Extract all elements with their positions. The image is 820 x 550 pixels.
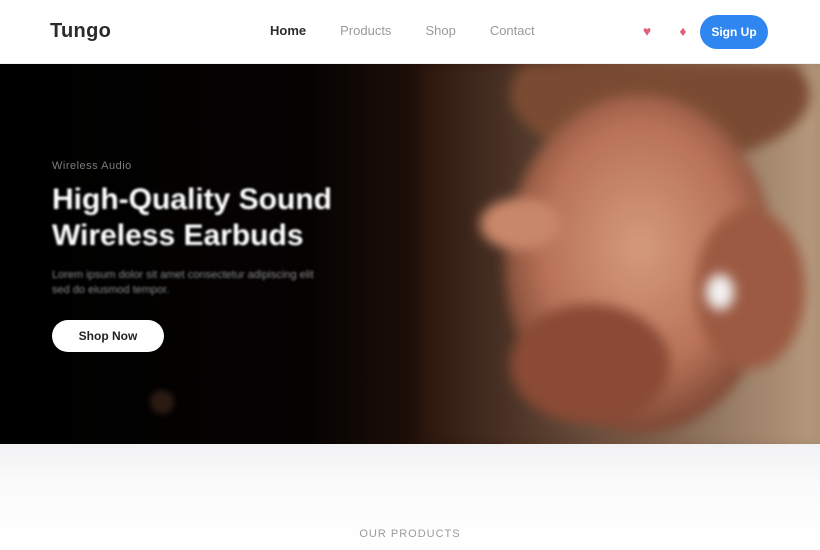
hero-photo <box>420 64 820 444</box>
nav-shop[interactable]: Shop <box>425 23 455 38</box>
hero-title-line2: Wireless Earbuds <box>52 219 304 252</box>
nav-contact[interactable]: Contact <box>490 23 535 38</box>
hero-title-line1: High-Quality Sound <box>52 183 332 216</box>
shop-now-button[interactable]: Shop Now <box>52 320 164 352</box>
hero-description: Lorem ipsum dolor sit amet consectetur a… <box>52 269 314 296</box>
cart-icon[interactable]: ♦ <box>672 20 694 42</box>
hero-copy: Wireless Audio High-Quality Sound Wirele… <box>52 160 382 352</box>
section-label: OUR PRODUCTS <box>359 528 461 540</box>
hero-title: High-Quality Sound Wireless Earbuds <box>52 182 382 254</box>
hero-eyebrow: Wireless Audio <box>52 160 132 172</box>
logo[interactable]: Tungo <box>50 20 111 43</box>
nav-home[interactable]: Home <box>270 23 306 38</box>
hero-banner: Wireless Audio High-Quality Sound Wirele… <box>0 64 820 444</box>
signup-button[interactable]: Sign Up <box>700 15 768 49</box>
heart-icon[interactable]: ♥ <box>636 20 658 42</box>
main-nav: Home Products Shop Contact <box>270 23 535 38</box>
site-header: Tungo Home Products Shop Contact ♥ ♦ Sig… <box>0 0 820 64</box>
scroll-indicator[interactable] <box>150 390 174 414</box>
header-icons: ♥ ♦ <box>636 20 694 42</box>
nav-products[interactable]: Products <box>340 23 391 38</box>
